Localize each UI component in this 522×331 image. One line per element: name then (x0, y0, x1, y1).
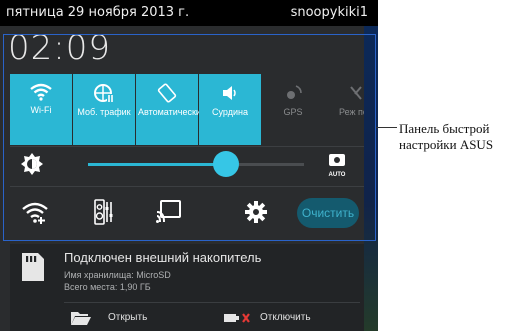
disconnect-button[interactable]: Отключить (220, 308, 350, 328)
open-button[interactable]: Открыть (68, 308, 188, 328)
callout-label: Панель быстрой настройки ASUS (399, 121, 494, 152)
eject-icon (224, 313, 250, 323)
sd-card-icon (22, 253, 44, 281)
notification-card[interactable]: Подключен внешний накопитель Имя хранили… (10, 244, 364, 331)
status-date: пятница 29 ноября 2013 г. (6, 5, 190, 20)
status-bar[interactable]: пятница 29 ноября 2013 г. snoopykiki1 (0, 0, 378, 26)
open-button-label: Открыть (108, 312, 148, 323)
divider (64, 302, 360, 303)
disconnect-button-label: Отключить (260, 312, 311, 323)
notification-total-space: Всего места: 1,90 ГБ (64, 282, 151, 292)
folder-icon (71, 312, 91, 325)
status-user: snoopykiki1 (290, 5, 368, 20)
quick-settings-highlight (3, 34, 376, 241)
notification-storage-name: Имя хранилища: MicroSD (64, 270, 171, 280)
callout-leader (376, 127, 397, 128)
notification-title: Подключен внешний накопитель (64, 250, 262, 265)
